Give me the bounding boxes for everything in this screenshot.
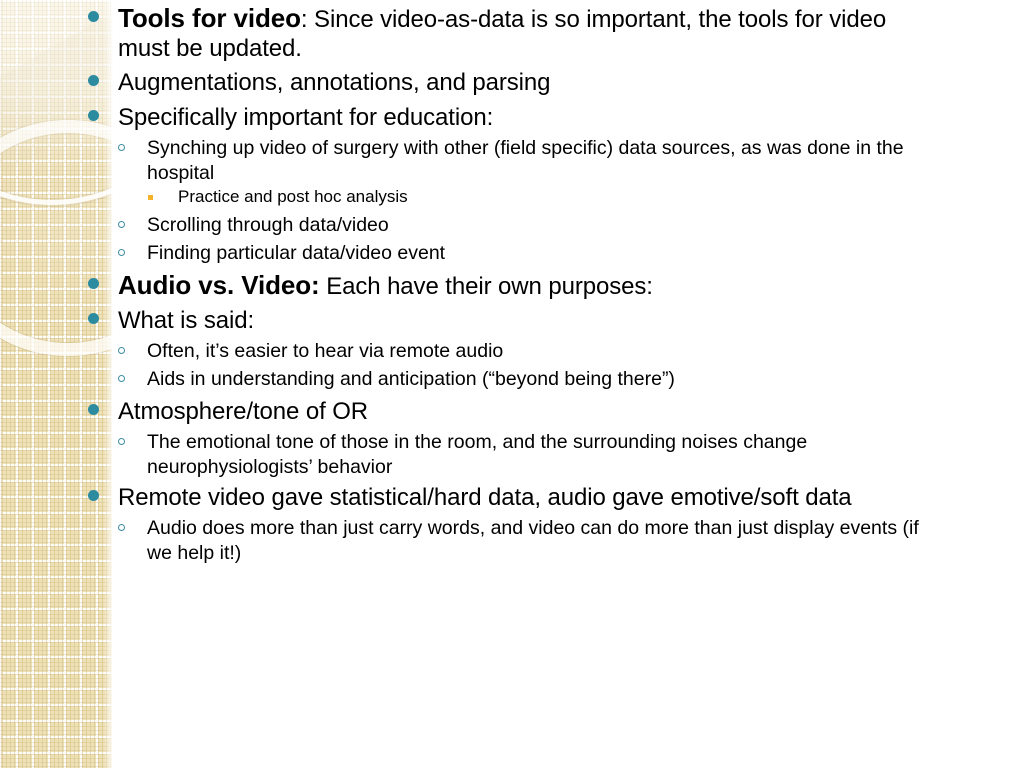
bullet-text: Audio does more than just carry words, a… (147, 514, 947, 565)
slide-body-text: Tools for video: Since video-as-data is … (0, 0, 1024, 768)
bullet-item-level-1: Remote video gave statistical/hard data,… (0, 479, 1024, 513)
filled-circle-bullet-icon (88, 479, 118, 513)
filled-circle-bullet-icon (88, 393, 118, 427)
bullet-text: Atmosphere/tone of OR (118, 393, 368, 426)
bullet-body-text: Practice and post hoc analysis (178, 187, 408, 206)
hollow-circle-bullet-icon (118, 365, 147, 393)
bullet-body-text: Finding particular data/video event (147, 242, 446, 264)
bullet-body-text: Each have their own purposes: (319, 273, 653, 300)
bullet-item-level-2: Aids in understanding and anticipation (… (0, 365, 1024, 393)
bullet-text: Specifically important for education: (118, 99, 493, 132)
bullet-item-level-1: What is said: (0, 302, 1024, 336)
bullet-body-text: Atmosphere/tone of OR (118, 398, 369, 425)
filled-circle-bullet-icon (88, 267, 118, 301)
bullet-item-level-2: Scrolling through data/video (0, 211, 1024, 239)
bullet-text: Aids in understanding and anticipation (… (147, 365, 675, 392)
bullet-text: The emotional tone of those in the room,… (147, 428, 947, 479)
hollow-circle-bullet-icon (118, 211, 147, 239)
bullet-item-level-2: The emotional tone of those in the room,… (0, 428, 1024, 479)
filled-circle-bullet-icon (88, 302, 118, 336)
bullet-body-text: Synching up video of surgery with other … (147, 137, 904, 184)
hollow-circle-bullet-icon (118, 428, 147, 456)
slide-canvas: Tools for video: Since video-as-data is … (0, 0, 1024, 768)
square-bullet-icon (148, 185, 178, 211)
bullet-text: Synching up video of surgery with other … (147, 134, 947, 185)
hollow-circle-bullet-icon (118, 337, 147, 365)
bullet-body-text: Audio does more than just carry words, a… (147, 517, 919, 564)
bullet-text: Audio vs. Video: Each have their own pur… (118, 267, 653, 301)
bullet-item-level-2: Synching up video of surgery with other … (0, 134, 1024, 185)
hollow-circle-bullet-icon (118, 514, 147, 542)
bullet-text: Remote video gave statistical/hard data,… (118, 479, 852, 512)
bullet-item-level-1: Atmosphere/tone of OR (0, 393, 1024, 427)
bullet-item-level-2: Audio does more than just carry words, a… (0, 514, 1024, 565)
bullet-lead-emphasis: Tools for video (118, 3, 301, 33)
bullet-text: Practice and post hoc analysis (178, 185, 408, 208)
bullet-body-text: Remote video gave statistical/hard data,… (118, 484, 852, 511)
bullet-body-text: The emotional tone of those in the room,… (147, 431, 808, 478)
bullet-text: Augmentations, annotations, and parsing (118, 64, 551, 97)
bullet-body-text: Specifically important for education: (118, 104, 494, 131)
bullet-item-level-1: Audio vs. Video: Each have their own pur… (0, 267, 1024, 301)
hollow-circle-bullet-icon (118, 239, 147, 267)
bullet-body-text: Augmentations, annotations, and parsing (118, 69, 551, 96)
bullet-body-text: Scrolling through data/video (147, 214, 389, 236)
bullet-item-level-1: Specifically important for education: (0, 99, 1024, 133)
bullet-body-text: What is said: (118, 307, 255, 334)
bullet-item-level-1: Tools for video: Since video-as-data is … (0, 0, 1024, 63)
bullet-text: Scrolling through data/video (147, 211, 389, 238)
bullet-lead-emphasis: Audio vs. Video: (118, 270, 320, 300)
bullet-item-level-1: Augmentations, annotations, and parsing (0, 64, 1024, 98)
bullet-item-level-2: Often, it’s easier to hear via remote au… (0, 337, 1024, 365)
bullet-text: What is said: (118, 302, 254, 335)
bullet-text: Often, it’s easier to hear via remote au… (147, 337, 503, 364)
bullet-item-level-2: Finding particular data/video event (0, 239, 1024, 267)
filled-circle-bullet-icon (88, 99, 118, 133)
bullet-body-text: Often, it’s easier to hear via remote au… (147, 340, 504, 362)
filled-circle-bullet-icon (88, 0, 118, 34)
hollow-circle-bullet-icon (118, 134, 147, 162)
filled-circle-bullet-icon (88, 64, 118, 98)
bullet-body-text: Aids in understanding and anticipation (… (147, 368, 675, 390)
bullet-item-level-3: Practice and post hoc analysis (0, 185, 1024, 211)
bullet-text: Finding particular data/video event (147, 239, 445, 266)
bullet-text: Tools for video: Since video-as-data is … (118, 0, 908, 63)
